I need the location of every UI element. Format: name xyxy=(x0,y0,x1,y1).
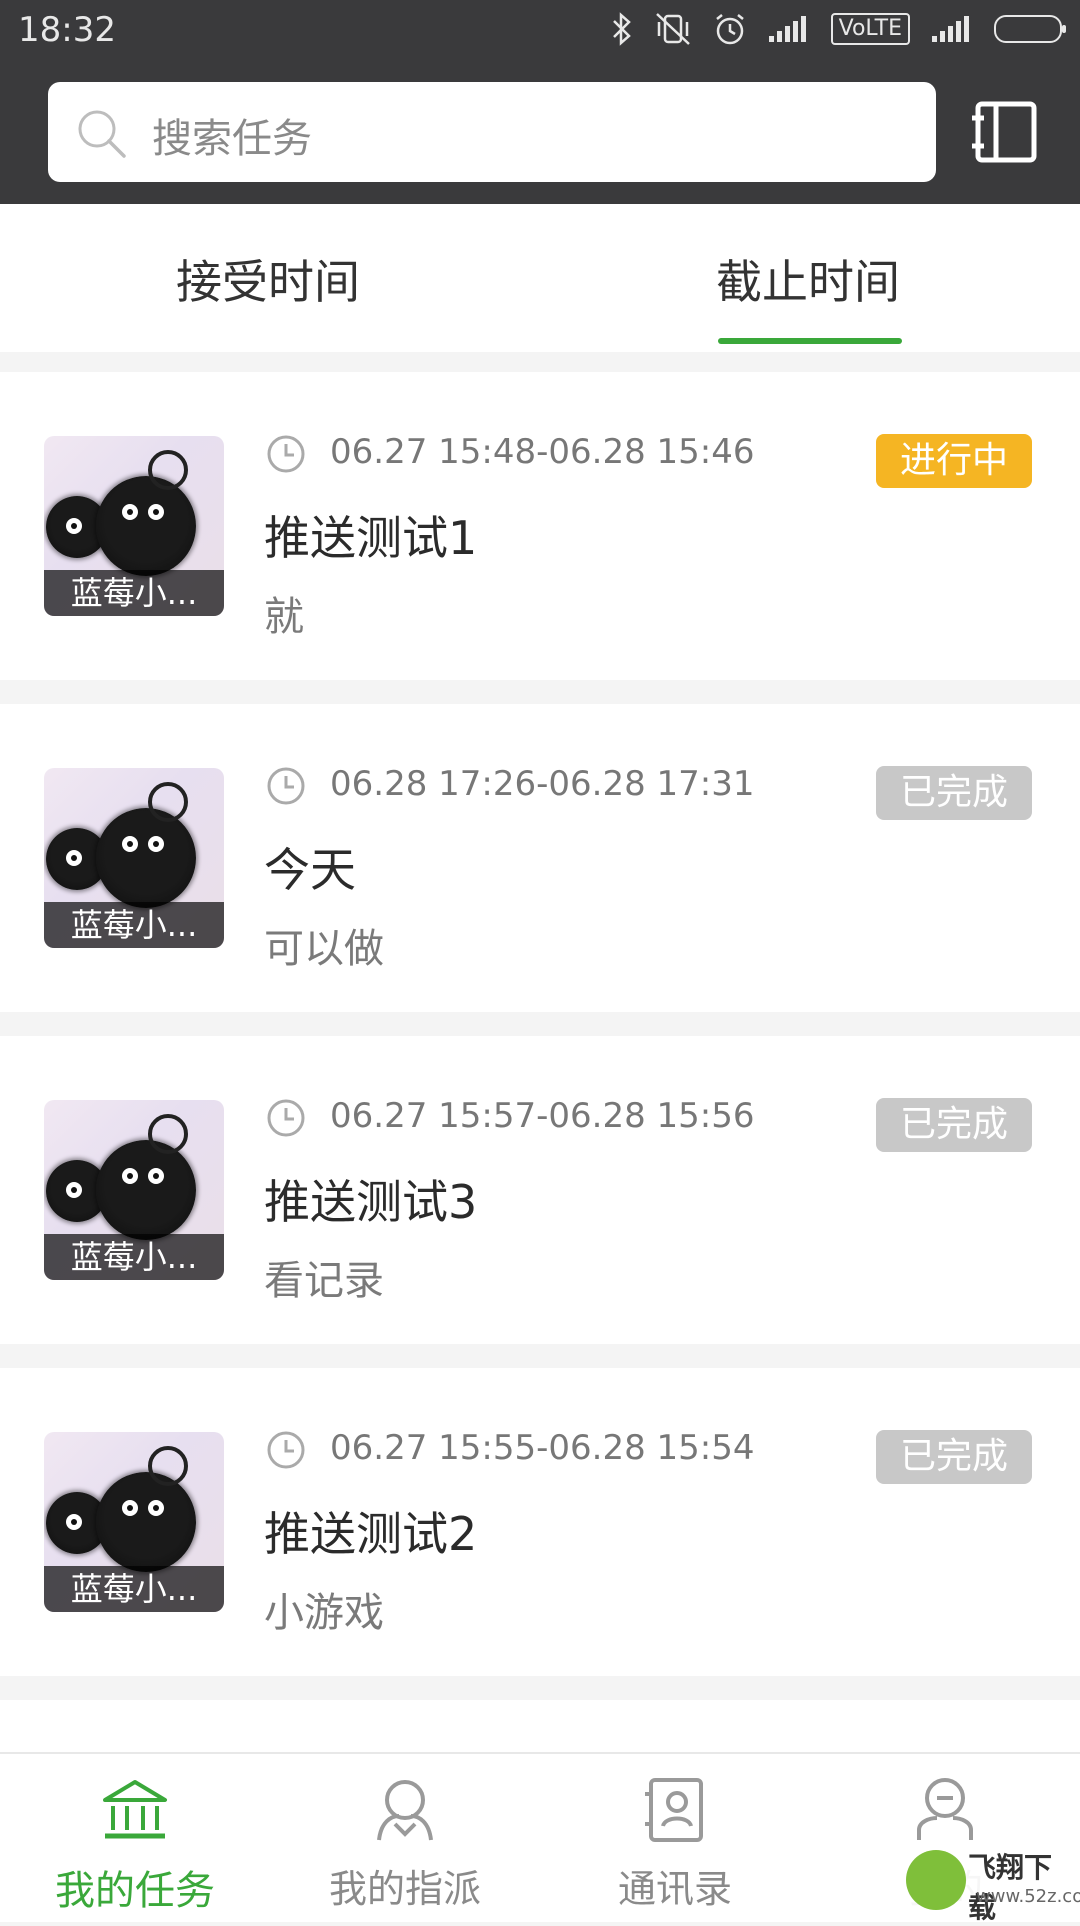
avatar-name: 蓝莓小... xyxy=(44,902,224,948)
avatar: 蓝莓小... xyxy=(44,1100,224,1280)
task-card[interactable]: 蓝莓小... 06.27 15:57-06.28 15:56 推送测试3 看记录… xyxy=(0,1036,1080,1344)
status-time: 18:32 xyxy=(18,10,116,50)
task-title: 推送测试2 xyxy=(264,1507,478,1561)
volte-badge: VoLTE xyxy=(830,13,910,45)
clock-icon xyxy=(267,1431,305,1469)
search-placeholder: 搜索任务 xyxy=(152,116,312,162)
assign-user-icon xyxy=(377,1780,433,1841)
task-time-range: 06.27 15:55-06.28 15:54 xyxy=(330,1428,755,1468)
avatar: 蓝莓小... xyxy=(44,1432,224,1612)
task-description: 就 xyxy=(264,594,304,640)
tab-accept-time[interactable]: 接受时间 xyxy=(176,246,360,312)
task-description: 小游戏 xyxy=(264,1590,384,1636)
status-badge: 已完成 xyxy=(876,766,1032,820)
status-bar: 18:32 VoLTE xyxy=(0,0,1080,62)
tab-active-indicator xyxy=(718,338,902,344)
avatar: 蓝莓小... xyxy=(44,436,224,616)
task-time-range: 06.27 15:57-06.28 15:56 xyxy=(330,1096,755,1136)
battery-icon xyxy=(994,15,1066,43)
sort-tabs: 接受时间 截止时间 xyxy=(0,204,1080,352)
contacts-book-icon[interactable] xyxy=(970,96,1042,168)
task-time-range: 06.27 15:48-06.28 15:46 xyxy=(330,432,755,472)
contacts-icon xyxy=(645,1778,703,1842)
signal-icon xyxy=(932,16,972,42)
task-card-partial[interactable] xyxy=(0,1700,1080,1760)
bank-icon xyxy=(103,1780,167,1839)
nav-contacts[interactable]: 通讯录 xyxy=(540,1754,810,1922)
top-header: 18:32 VoLTE 搜索任务 xyxy=(0,0,1080,204)
status-badge: 已完成 xyxy=(876,1430,1032,1484)
watermark-url: www.52z.com xyxy=(976,1886,1080,1907)
nav-label: 我的任务 xyxy=(55,1868,215,1914)
status-badge: 进行中 xyxy=(876,434,1032,488)
task-title: 推送测试3 xyxy=(264,1175,478,1229)
task-time-range: 06.28 17:26-06.28 17:31 xyxy=(330,764,755,804)
bluetooth-icon xyxy=(612,12,631,46)
nav-my-assignments[interactable]: 我的指派 xyxy=(270,1754,540,1922)
task-title: 今天 xyxy=(264,843,356,897)
clock-icon xyxy=(267,435,305,473)
task-description: 可以做 xyxy=(264,926,384,972)
clock-icon xyxy=(267,767,305,805)
nav-label: 我的指派 xyxy=(328,1867,481,1911)
profile-icon xyxy=(917,1778,973,1840)
avatar-name: 蓝莓小... xyxy=(44,1234,224,1280)
search-icon xyxy=(78,110,126,158)
avatar-name: 蓝莓小... xyxy=(44,570,224,616)
watermark-logo-icon xyxy=(906,1850,966,1910)
vibrate-off-icon xyxy=(655,13,690,45)
task-title: 推送测试1 xyxy=(264,511,478,565)
task-card[interactable]: 蓝莓小... 06.27 15:48-06.28 15:46 推送测试1 就 进… xyxy=(0,372,1080,680)
task-card[interactable]: 蓝莓小... 06.28 17:26-06.28 17:31 今天 可以做 已完… xyxy=(0,704,1080,1012)
alarm-icon xyxy=(715,14,744,45)
clock-icon xyxy=(267,1099,305,1137)
status-icons: VoLTE xyxy=(611,12,1066,46)
tab-deadline-time[interactable]: 截止时间 xyxy=(716,246,900,312)
watermark: 飞翔下载 www.52z.com xyxy=(906,1842,1080,1924)
avatar-name: 蓝莓小... xyxy=(44,1566,224,1612)
nav-label: 通讯录 xyxy=(617,1867,732,1911)
signal-icon xyxy=(768,16,809,42)
status-badge: 已完成 xyxy=(876,1098,1032,1152)
nav-my-tasks[interactable]: 我的任务 xyxy=(0,1754,270,1922)
search-input[interactable]: 搜索任务 xyxy=(48,82,936,182)
avatar: 蓝莓小... xyxy=(44,768,224,948)
task-description: 看记录 xyxy=(264,1258,384,1304)
task-card[interactable]: 蓝莓小... 06.27 15:55-06.28 15:54 推送测试2 小游戏… xyxy=(0,1368,1080,1676)
